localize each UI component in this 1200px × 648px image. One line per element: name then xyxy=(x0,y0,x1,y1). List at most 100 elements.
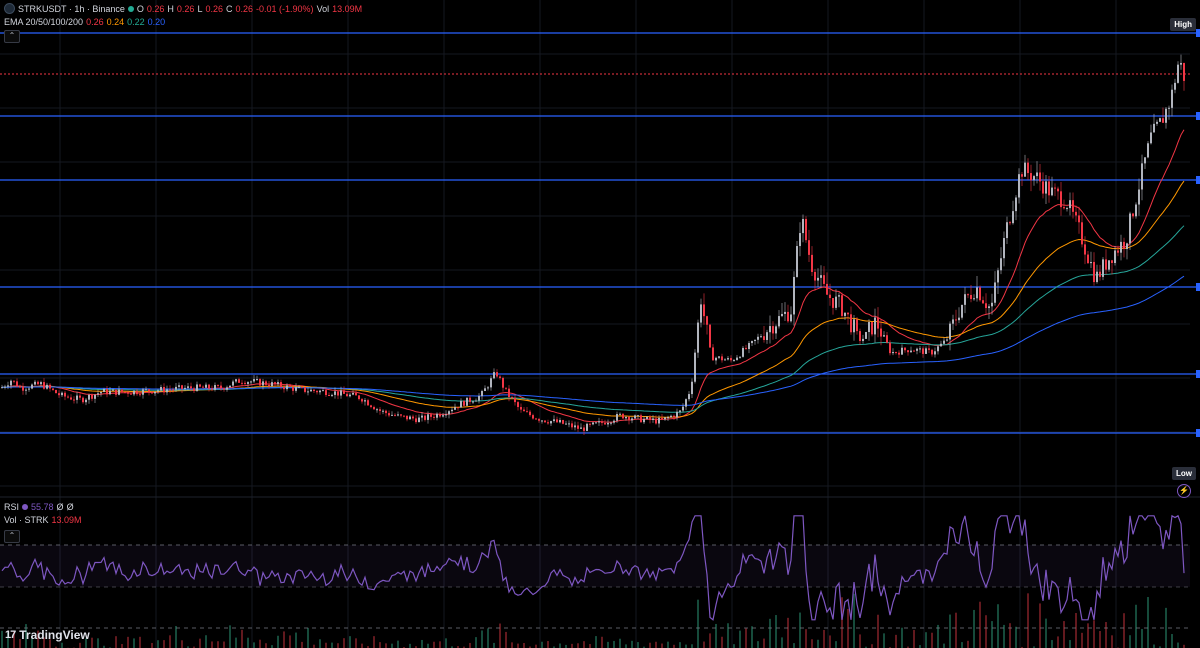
candle-body xyxy=(853,319,855,333)
candle-body xyxy=(529,411,531,416)
volume-bar xyxy=(259,639,261,648)
volume-bar xyxy=(385,643,387,648)
candle-body xyxy=(340,390,342,396)
ema-label: EMA 20/50/100/200 xyxy=(4,17,84,27)
level-edge-marker xyxy=(1196,283,1200,291)
candle-body xyxy=(949,323,951,340)
candle-body xyxy=(136,390,138,395)
candle-body xyxy=(700,304,702,323)
candle-body xyxy=(328,395,330,397)
candle-body xyxy=(502,378,504,388)
candle-body xyxy=(1078,215,1080,223)
volume-bar xyxy=(1135,604,1137,648)
volume-bar xyxy=(199,638,201,648)
candle-body xyxy=(850,314,852,333)
candle-body xyxy=(49,384,51,389)
candle-body xyxy=(469,397,471,402)
candle-body xyxy=(745,347,747,349)
candle-body xyxy=(268,384,270,387)
candle-body xyxy=(94,394,96,399)
candle-body xyxy=(463,400,465,406)
volume-bar xyxy=(409,643,411,648)
volume-bar xyxy=(1093,620,1095,648)
candle-body xyxy=(178,385,180,387)
volume-bar xyxy=(205,635,207,648)
candle-body xyxy=(706,316,708,325)
volume-bar xyxy=(97,638,99,648)
candle-body xyxy=(133,390,135,395)
candle-body xyxy=(733,360,735,362)
candle-body xyxy=(961,304,963,318)
candle-body xyxy=(418,417,420,423)
alert-icon[interactable]: ⚡ xyxy=(1177,484,1191,498)
candle-body xyxy=(79,395,81,398)
candle-body xyxy=(376,409,378,411)
volume-bar xyxy=(289,635,291,648)
candle-body xyxy=(1108,260,1110,270)
volume-bar xyxy=(547,641,549,648)
candle-body xyxy=(1018,174,1020,198)
volume-bar xyxy=(859,634,861,648)
candle-body xyxy=(1072,200,1074,212)
volume-bar xyxy=(439,641,441,648)
candle-body xyxy=(367,400,369,406)
candle-body xyxy=(190,386,192,389)
candle-body xyxy=(1177,64,1179,83)
candle-body xyxy=(565,423,567,425)
volume-bar xyxy=(475,637,477,648)
candle-body xyxy=(148,389,150,392)
candle-body xyxy=(1171,89,1173,108)
candle-body xyxy=(658,417,660,424)
candle-body xyxy=(109,390,111,395)
candle-body xyxy=(940,343,942,347)
candle-body xyxy=(277,382,279,385)
volume-bar xyxy=(661,643,663,648)
candle-body xyxy=(682,406,684,411)
candle-body xyxy=(907,350,909,353)
candle-body xyxy=(352,392,354,395)
volume-bar xyxy=(589,644,591,648)
volume-bar xyxy=(301,641,303,648)
candle-body xyxy=(91,394,93,399)
tradingview-logo[interactable]: 17 TradingView xyxy=(5,628,90,642)
candle-body xyxy=(208,384,210,389)
candle-body xyxy=(256,379,258,381)
candle-body xyxy=(514,397,516,403)
candle-body xyxy=(73,399,75,401)
candle-body xyxy=(1045,181,1047,194)
volume-legend[interactable]: Vol · STRK 13.09M xyxy=(4,515,82,525)
price-chart[interactable] xyxy=(0,0,1200,648)
rsi-legend[interactable]: RSI 55.78 Ø Ø xyxy=(4,502,74,512)
candle-body xyxy=(460,400,462,408)
collapse-indicators-button[interactable]: ⌃ xyxy=(4,530,20,543)
candle-body xyxy=(694,352,696,382)
ema-legend[interactable]: EMA 20/50/100/200 0.26 0.24 0.22 0.20 xyxy=(4,17,165,27)
volume-bar xyxy=(667,641,669,648)
volume-bar xyxy=(277,635,279,648)
candle-body xyxy=(1012,211,1014,224)
candle-body xyxy=(808,240,810,255)
candle-body xyxy=(817,277,819,281)
ema50-line xyxy=(2,180,1185,418)
candle-body xyxy=(130,393,132,395)
candle-body xyxy=(247,382,249,384)
volume-bar xyxy=(133,638,135,648)
candle-body xyxy=(799,233,801,247)
candle-body xyxy=(55,389,57,394)
symbol-logo-icon xyxy=(4,3,15,14)
volume-bar xyxy=(625,644,627,648)
candle-body xyxy=(895,351,897,353)
candle-body xyxy=(307,391,309,393)
candle-body xyxy=(1132,213,1134,217)
volume-bar xyxy=(1063,621,1065,648)
candle-body xyxy=(886,335,888,343)
candle-body xyxy=(967,294,969,296)
candle-body xyxy=(865,332,867,339)
candle-body xyxy=(697,322,699,353)
symbol-title[interactable]: STRKUSDT · 1h · Binance xyxy=(18,4,125,14)
candle-body xyxy=(838,295,840,297)
candle-body xyxy=(589,423,591,425)
volume-bar xyxy=(583,641,585,648)
candle-body xyxy=(76,395,78,400)
collapse-legend-button[interactable]: ⌃ xyxy=(4,30,20,43)
